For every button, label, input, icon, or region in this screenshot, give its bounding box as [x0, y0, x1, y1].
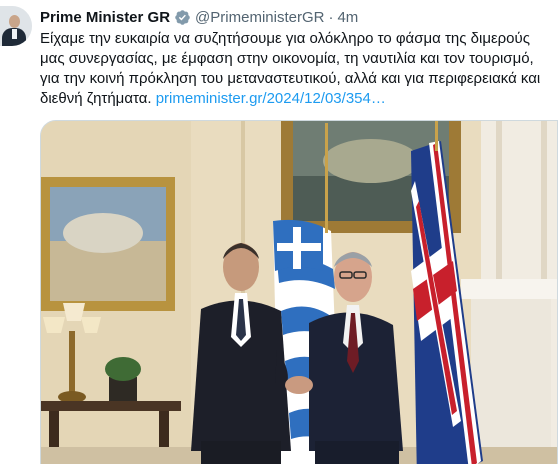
separator-dot: ·: [328, 8, 334, 26]
tweet-photo[interactable]: [40, 120, 558, 464]
tweet-text-line: διεθνή ζητήματα. primeminister.gr/2024/1…: [40, 89, 558, 109]
avatar-head: [9, 15, 20, 28]
avatar-shirt: [12, 29, 17, 39]
verified-badge-icon[interactable]: [174, 9, 191, 26]
tweet-link[interactable]: primeminister.gr/2024/12/03/354…: [156, 90, 386, 107]
tweet-header: Prime Minister GR @PrimeministerGR · 4m: [40, 7, 358, 27]
profile-avatar[interactable]: [0, 6, 32, 46]
photo-illustration: [41, 121, 557, 464]
tweet-text: Είχαμε την ευκαιρία να συζητήσουμε για ο…: [40, 29, 558, 109]
tweet-text-line: για την κοινή πρόκληση του μεταναστευτικ…: [40, 70, 541, 87]
tweet-text-line: Είχαμε την ευκαιρία να συζητήσουμε για ο…: [40, 30, 530, 47]
tweet-text-last: διεθνή ζητήματα.: [40, 90, 156, 107]
tweet[interactable]: Prime Minister GR @PrimeministerGR · 4m …: [0, 0, 558, 464]
author-name[interactable]: Prime Minister GR: [40, 9, 170, 26]
author-handle[interactable]: @PrimeministerGR: [195, 9, 324, 26]
tweet-timestamp[interactable]: 4m: [337, 9, 358, 26]
tweet-text-line: μας συνεργασίας, με έμφαση στην οικονομί…: [40, 50, 534, 67]
